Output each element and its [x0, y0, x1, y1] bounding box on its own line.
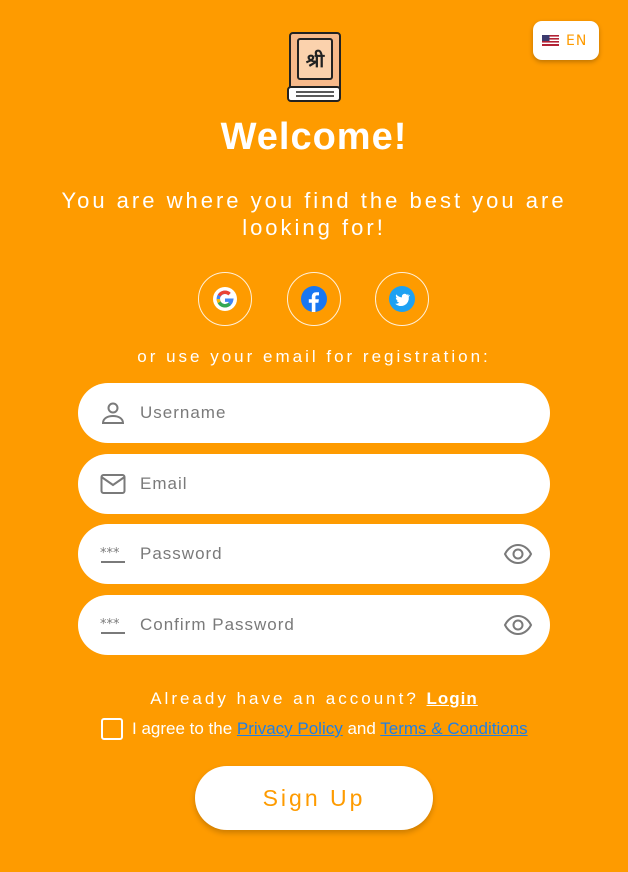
agree-checkbox[interactable] [101, 718, 123, 740]
eye-icon[interactable] [503, 613, 533, 637]
sign-up-button[interactable]: Sign Up [195, 766, 433, 830]
svg-text:***: *** [100, 617, 120, 632]
google-signin-button[interactable] [198, 272, 252, 326]
or-email-text: or use your email for registration: [137, 347, 491, 366]
privacy-policy-link[interactable]: Privacy Policy [237, 719, 343, 738]
facebook-signin-button[interactable] [287, 272, 341, 326]
page-subtitle: You are where you find the best you are … [61, 188, 567, 240]
username-input[interactable] [140, 383, 500, 443]
agreement-prefix: I agree to the [132, 719, 233, 738]
language-code: EN [566, 32, 588, 49]
user-icon [101, 402, 125, 424]
facebook-icon [301, 286, 327, 312]
page-title: Welcome! [220, 116, 408, 158]
logo-text: श्री [306, 49, 325, 72]
book-logo-icon: श्री [287, 32, 341, 102]
eye-icon[interactable] [503, 542, 533, 566]
agreement-and: and [347, 719, 376, 738]
email-input[interactable] [140, 454, 500, 514]
language-selector[interactable]: EN [533, 21, 599, 60]
email-field [78, 454, 550, 514]
login-prompt-text: Already have an account? [150, 689, 419, 708]
us-flag-icon [542, 35, 559, 46]
svg-text:***: *** [100, 546, 120, 561]
twitter-icon [389, 286, 415, 312]
envelope-icon [100, 474, 126, 494]
twitter-signin-button[interactable] [375, 272, 429, 326]
username-field [78, 383, 550, 443]
login-prompt: Already have an account? Login [0, 689, 628, 709]
password-dots-icon: *** [100, 617, 125, 634]
password-dots-icon: *** [100, 546, 125, 563]
terms-conditions-link[interactable]: Terms & Conditions [380, 719, 527, 738]
google-icon [213, 287, 237, 311]
password-field: *** [78, 524, 550, 584]
confirm-password-field: *** [78, 595, 550, 655]
password-input[interactable] [140, 524, 500, 584]
confirm-password-input[interactable] [140, 595, 500, 655]
login-link[interactable]: Login [427, 689, 478, 708]
agreement-text: I agree to the Privacy Policy and Terms … [132, 719, 528, 739]
